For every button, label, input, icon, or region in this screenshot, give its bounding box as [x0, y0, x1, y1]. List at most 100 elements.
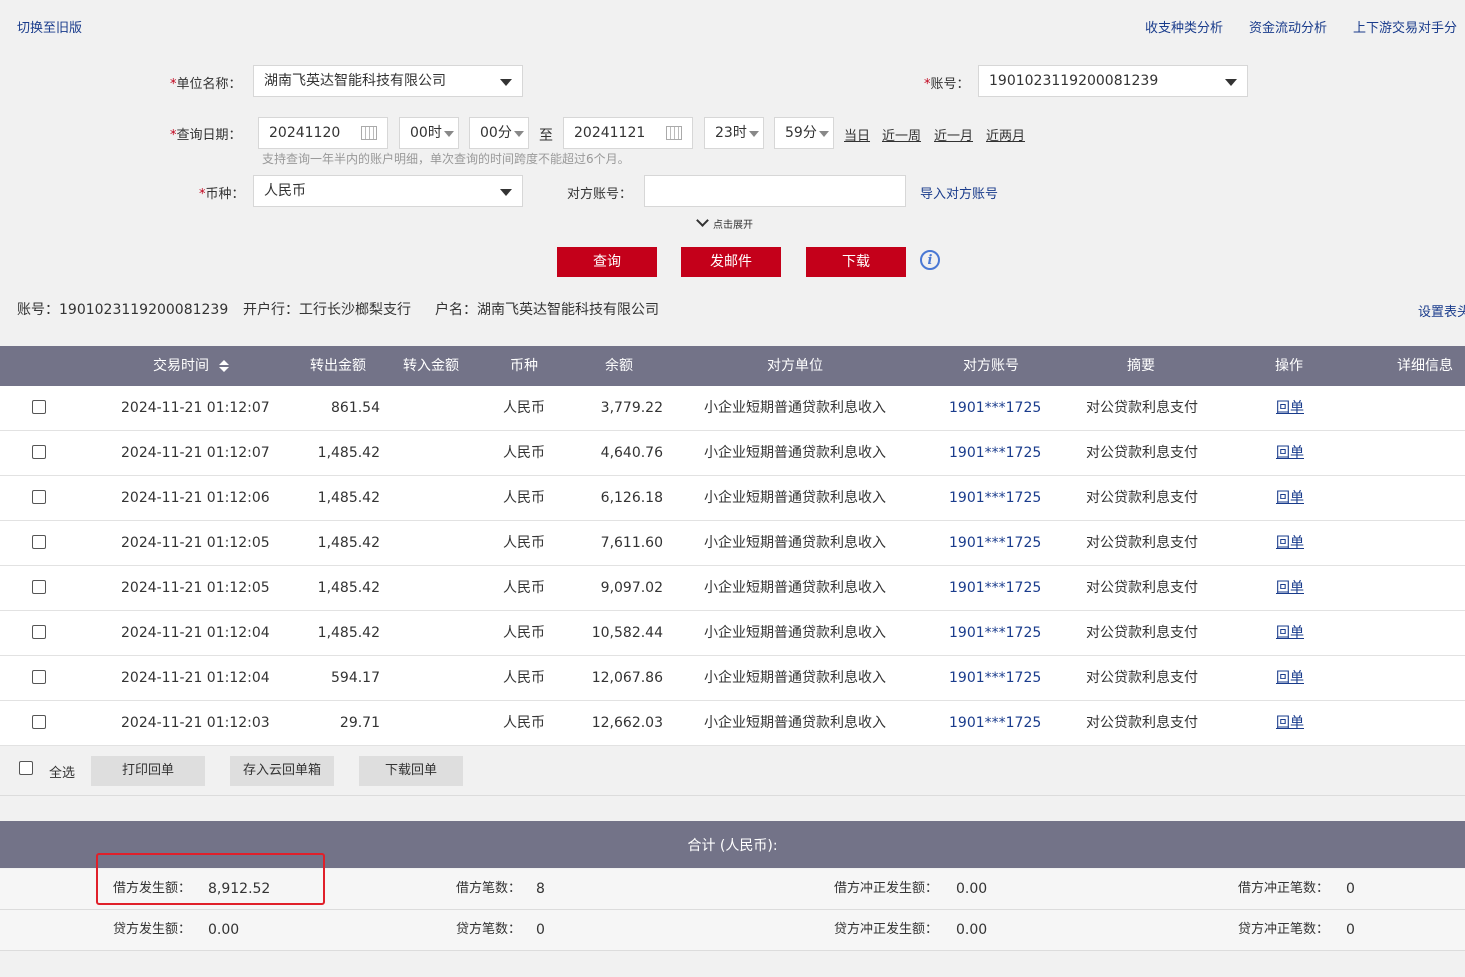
highlight-annotation-box [96, 853, 325, 905]
date-hint: 支持查询一年半内的账户明细，单次查询的时间跨度不能超过6个月。 [262, 152, 630, 166]
chevron-down-icon [749, 131, 759, 137]
end-date-value: 20241121 [574, 125, 646, 141]
row-counter-account-link[interactable]: 1901***1725 [949, 431, 1041, 475]
header-time[interactable]: 交易时间 [153, 346, 230, 386]
row-counter-account-link[interactable]: 1901***1725 [949, 386, 1041, 430]
table-row: 2024-11-21 01:12:04 594.17 人民币 12,067.86… [0, 656, 1465, 701]
switch-old-version-link[interactable]: 切换至旧版 [17, 17, 82, 36]
row-checkbox[interactable] [32, 535, 46, 549]
row-checkbox[interactable] [32, 400, 46, 414]
row-balance: 3,779.22 [600, 400, 663, 416]
account-info-name: 户名：湖南飞英达智能科技有限公司 [435, 302, 659, 318]
end-date-input[interactable]: 20241121 [563, 117, 693, 149]
row-checkbox[interactable] [32, 625, 46, 639]
import-counter-account-link[interactable]: 导入对方账号 [920, 183, 998, 202]
row-time: 2024-11-21 01:12:07 [121, 445, 270, 461]
chevron-down-icon [444, 131, 454, 137]
header-details: 详细信息 [1397, 358, 1453, 374]
row-memo: 对公贷款利息支付 [1086, 535, 1198, 551]
download-button[interactable]: 下载 [806, 247, 906, 277]
header-memo: 摘要 [1127, 358, 1155, 374]
calendar-icon[interactable] [666, 126, 682, 140]
row-counterparty: 小企业短期普通贷款利息收入 [704, 670, 886, 686]
row-counterparty: 小企业短期普通贷款利息收入 [704, 715, 886, 731]
row-currency: 人民币 [503, 535, 545, 551]
row-counter-account-link[interactable]: 1901***1725 [949, 656, 1041, 700]
row-counter-account-link[interactable]: 1901***1725 [949, 521, 1041, 565]
counter-account-input[interactable] [644, 175, 906, 207]
row-currency: 人民币 [503, 625, 545, 641]
row-receipt-link[interactable]: 回单 [1276, 566, 1304, 610]
quick-date-week[interactable]: 近一周 [882, 125, 921, 144]
currency-select[interactable]: 人民币 [253, 175, 523, 207]
row-memo: 对公贷款利息支付 [1086, 670, 1198, 686]
account-select[interactable]: 1901023119200081239 [978, 65, 1248, 97]
header-time-label: 交易时间 [153, 358, 209, 374]
row-checkbox[interactable] [32, 715, 46, 729]
table-row: 2024-11-21 01:12:05 1,485.42 人民币 9,097.0… [0, 566, 1465, 611]
table-row: 2024-11-21 01:12:03 29.71 人民币 12,662.03 … [0, 701, 1465, 746]
save-cloud-receipt-button[interactable]: 存入云回单箱 [230, 756, 334, 786]
row-counter-account-link[interactable]: 1901***1725 [949, 701, 1041, 745]
row-checkbox[interactable] [32, 490, 46, 504]
expand-toggle[interactable]: 点击展开 [696, 214, 753, 232]
row-receipt-link[interactable]: 回单 [1276, 521, 1304, 565]
row-balance: 12,662.03 [591, 715, 663, 731]
header-currency: 币种 [510, 358, 538, 374]
calendar-icon[interactable] [361, 126, 377, 140]
row-receipt-link[interactable]: 回单 [1276, 611, 1304, 655]
query-button[interactable]: 查询 [557, 247, 657, 277]
header-balance: 余额 [605, 358, 633, 374]
debit-reversal-count-label: 借方冲正笔数： [1238, 881, 1330, 896]
row-counter-account-link[interactable]: 1901***1725 [949, 611, 1041, 655]
counterparty-analysis-link[interactable]: 上下游交易对手分 [1353, 17, 1457, 36]
end-minute-select[interactable]: 59分 [774, 117, 834, 149]
quick-date-month[interactable]: 近一月 [934, 125, 973, 144]
chevron-down-icon [500, 79, 512, 86]
credit-amount-value: 0.00 [208, 922, 240, 938]
table-row: 2024-11-21 01:12:04 1,485.42 人民币 10,582.… [0, 611, 1465, 656]
chevron-down-icon [696, 214, 709, 227]
quick-date-today[interactable]: 当日 [844, 125, 870, 144]
download-receipt-button[interactable]: 下载回单 [359, 756, 463, 786]
row-out-amount: 1,485.42 [317, 625, 380, 641]
set-table-header-link[interactable]: 设置表头 [1418, 301, 1465, 320]
income-expense-analysis-link[interactable]: 收支种类分析 [1145, 17, 1223, 36]
row-out-amount: 594.17 [331, 670, 380, 686]
select-all-checkbox[interactable] [19, 761, 33, 775]
row-balance: 12,067.86 [591, 670, 663, 686]
unit-name-select[interactable]: 湖南飞英达智能科技有限公司 [253, 65, 523, 97]
row-receipt-link[interactable]: 回单 [1276, 701, 1304, 745]
account-info-number: 账号：1901023119200081239 [17, 302, 229, 318]
row-receipt-link[interactable]: 回单 [1276, 386, 1304, 430]
info-icon[interactable]: i [920, 250, 940, 270]
unit-name-label: *单位名称： [170, 77, 242, 92]
row-receipt-link[interactable]: 回单 [1276, 656, 1304, 700]
row-receipt-link[interactable]: 回单 [1276, 476, 1304, 520]
row-checkbox[interactable] [32, 670, 46, 684]
header-in-amount: 转入金额 [403, 358, 459, 374]
row-time: 2024-11-21 01:12:04 [121, 625, 270, 641]
table-row: 2024-11-21 01:12:06 1,485.42 人民币 6,126.1… [0, 476, 1465, 521]
table-row: 2024-11-21 01:12:05 1,485.42 人民币 7,611.6… [0, 521, 1465, 566]
start-date-input[interactable]: 20241120 [258, 117, 388, 149]
row-receipt-link[interactable]: 回单 [1276, 431, 1304, 475]
print-receipt-button[interactable]: 打印回单 [91, 756, 205, 786]
summary-credit-row: 贷方发生额： 0.00 贷方笔数： 0 贷方冲正发生额： 0.00 贷方冲正笔数… [0, 910, 1465, 951]
select-all-label: 全选 [49, 766, 76, 781]
row-counter-account-link[interactable]: 1901***1725 [949, 566, 1041, 610]
quick-date-two-months[interactable]: 近两月 [986, 125, 1025, 144]
send-mail-button[interactable]: 发邮件 [681, 247, 781, 277]
end-hour-select[interactable]: 23时 [704, 117, 764, 149]
row-balance: 7,611.60 [600, 535, 663, 551]
row-checkbox[interactable] [32, 445, 46, 459]
fund-flow-analysis-link[interactable]: 资金流动分析 [1249, 17, 1327, 36]
start-hour-value: 00时 [410, 125, 442, 141]
row-time: 2024-11-21 01:12:07 [121, 400, 270, 416]
row-counter-account-link[interactable]: 1901***1725 [949, 476, 1041, 520]
start-minute-select[interactable]: 00分 [469, 117, 529, 149]
row-out-amount: 1,485.42 [317, 445, 380, 461]
row-checkbox[interactable] [32, 580, 46, 594]
row-counterparty: 小企业短期普通贷款利息收入 [704, 580, 886, 596]
start-hour-select[interactable]: 00时 [399, 117, 459, 149]
